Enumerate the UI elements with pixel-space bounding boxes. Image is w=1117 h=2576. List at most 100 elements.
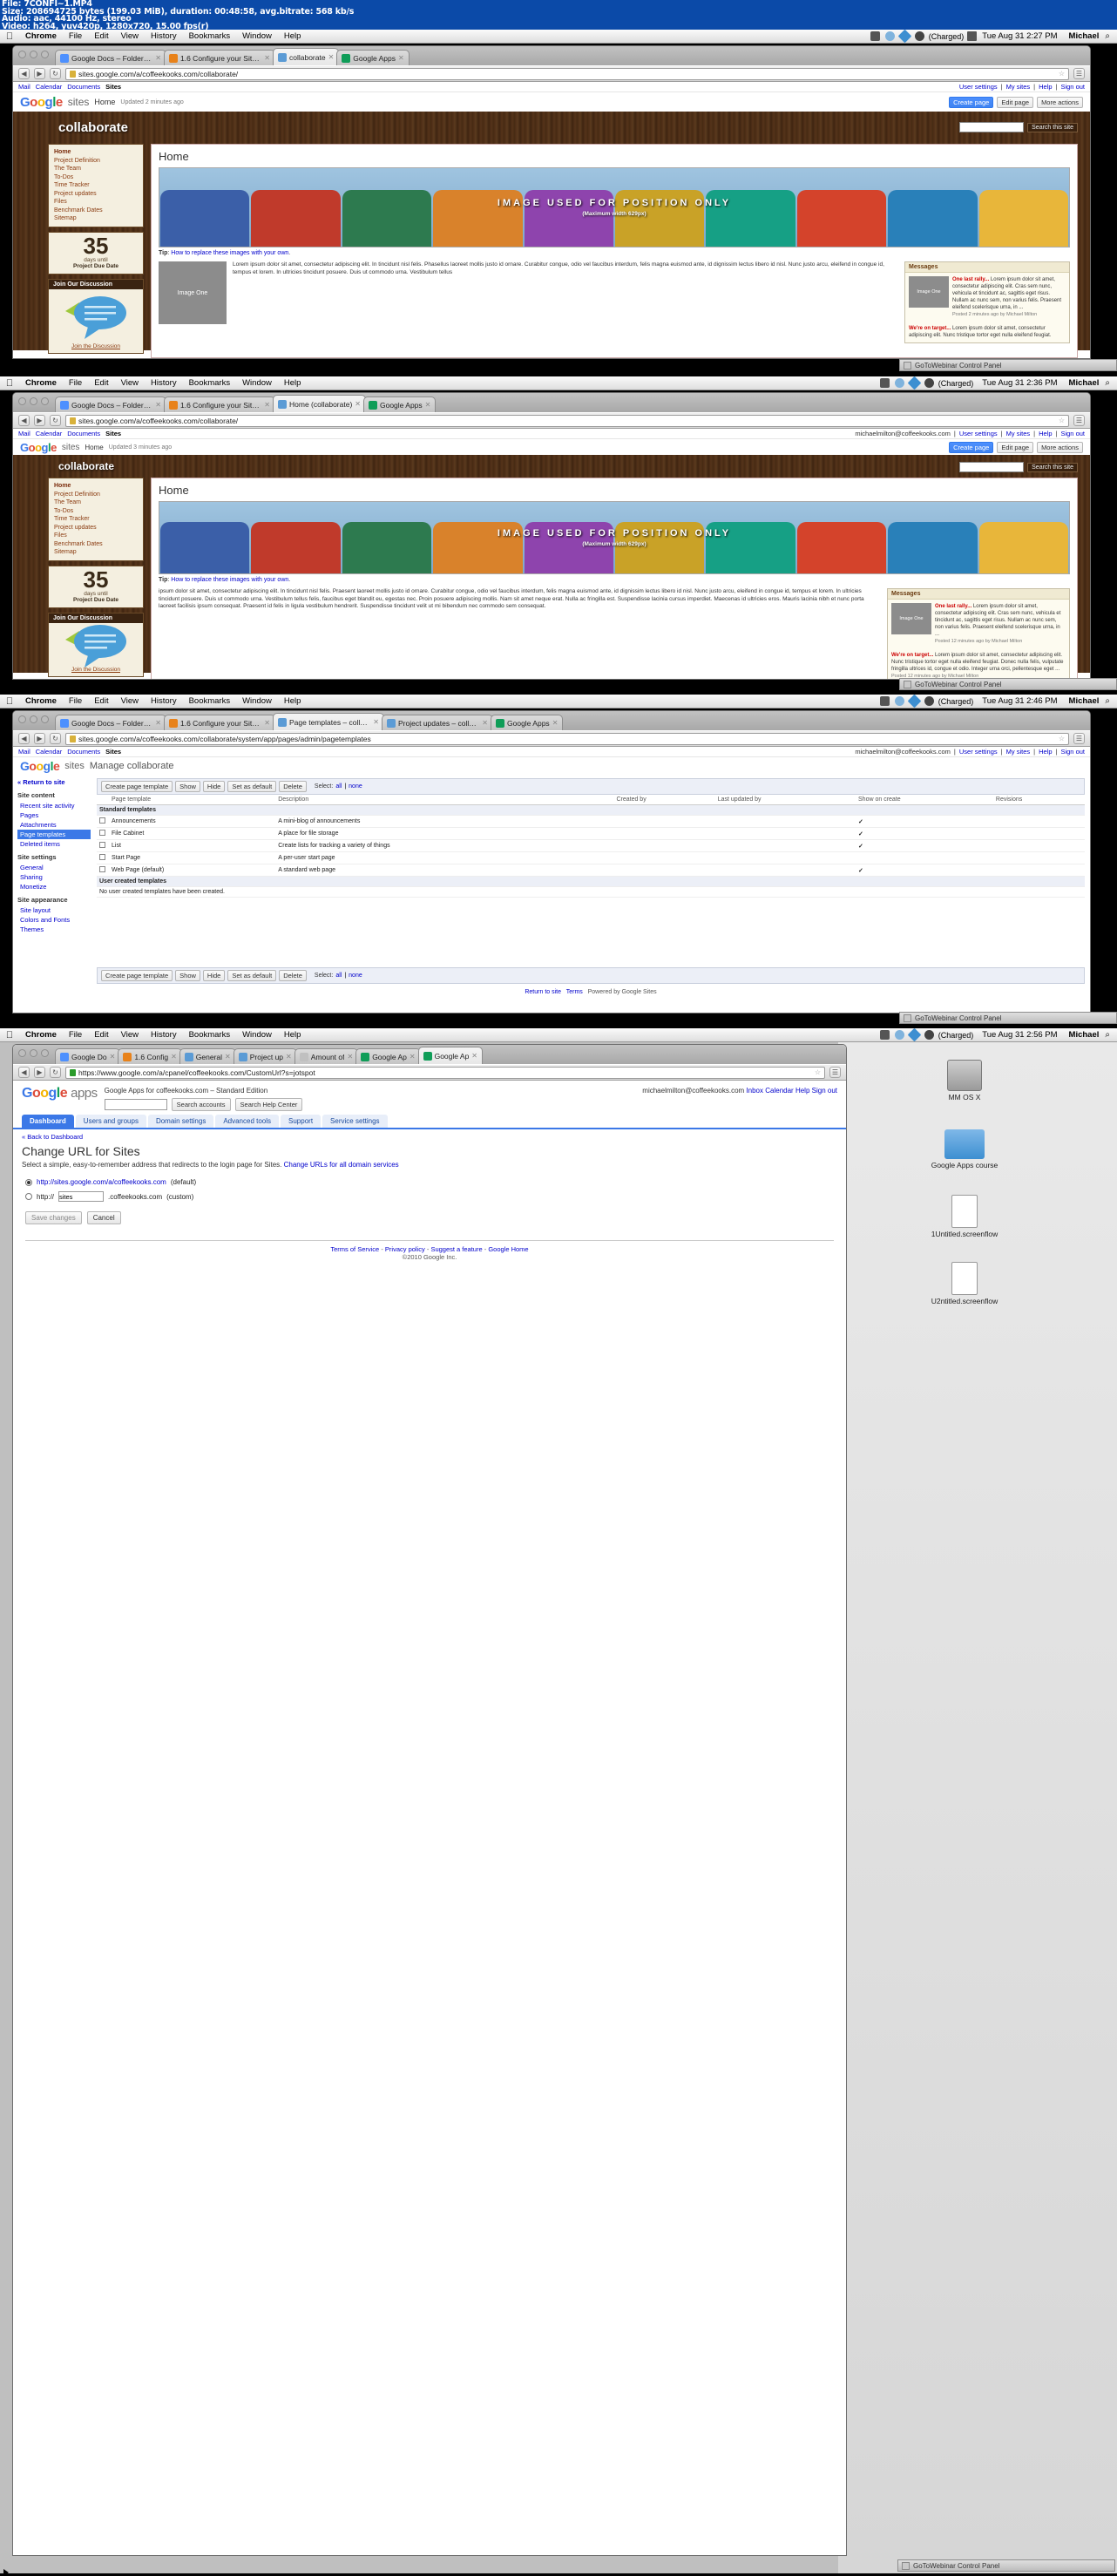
menu-edit-2[interactable]: Edit	[88, 378, 114, 388]
reload-button-2[interactable]: ↻	[50, 415, 61, 426]
site-search-button-2[interactable]: Search this site	[1027, 462, 1078, 472]
screen-recorder-icon-3[interactable]	[879, 696, 890, 706]
screen-recorder-icon[interactable]	[870, 31, 880, 41]
table-row[interactable]: Start Page A per-user start page	[97, 851, 1085, 864]
back-button-2[interactable]: ◀	[18, 415, 30, 426]
url-option-default-row[interactable]: http://sites.google.com/a/coffeekooks.co…	[13, 1176, 846, 1189]
message-link-2a[interactable]: One last rally...	[935, 604, 971, 609]
forward-button-4[interactable]: ▶	[34, 1067, 45, 1078]
zoom-window-button-2[interactable]	[41, 397, 49, 405]
quicksilver-icon-2[interactable]	[924, 378, 934, 388]
tab-close-icon[interactable]: ✕	[155, 54, 161, 62]
tab-close-icon[interactable]: ✕	[373, 718, 379, 726]
sites-home-link[interactable]: Home	[94, 98, 115, 106]
apps-tab[interactable]: Service settings	[322, 1115, 388, 1128]
tab-close-icon[interactable]: ✕	[482, 719, 488, 727]
create-page-button-2[interactable]: Create page	[949, 441, 994, 453]
gbar-my-sites-3[interactable]: My sites	[1006, 748, 1031, 756]
tab-close-icon[interactable]: ✕	[171, 1053, 177, 1061]
admin-nav-item[interactable]: General	[17, 863, 91, 872]
select-all-link-top[interactable]: all	[335, 783, 342, 790]
url-option-default-value[interactable]: http://sites.google.com/a/coffeekooks.co…	[37, 1178, 166, 1186]
menu-window-3[interactable]: Window	[236, 696, 278, 706]
gotowebinar-panel-1[interactable]: GoToWebinar Control Panel	[899, 359, 1117, 371]
tab-close-icon[interactable]: ✕	[355, 400, 361, 408]
menubar-user-4[interactable]: Michael	[1063, 1030, 1106, 1040]
wrench-menu-button-3[interactable]: ☰	[1073, 733, 1085, 744]
dropbox-icon-3[interactable]	[907, 694, 922, 708]
apple-menu-icon-4[interactable]: 	[0, 1030, 19, 1040]
gbar-help-3[interactable]: Help	[1039, 748, 1052, 756]
gbar-mail-3[interactable]: Mail	[18, 748, 30, 756]
gotowebinar-icon-3[interactable]	[904, 1013, 911, 1022]
cancel-button[interactable]: Cancel	[86, 1211, 121, 1224]
table-row[interactable]: File Cabinet A place for file storage ✓	[97, 827, 1085, 840]
gotowebinar-panel-4[interactable]: GoToWebinar Control Panel	[897, 2559, 1115, 2572]
admin-nav-item[interactable]: Recent site activity	[17, 801, 91, 810]
address-bar-1[interactable]: sites.google.com/a/coffeekooks.com/colla…	[65, 67, 1069, 80]
menu-view-4[interactable]: View	[115, 1030, 145, 1040]
create-page-button[interactable]: Create page	[949, 96, 994, 108]
menu-history-4[interactable]: History	[145, 1030, 183, 1040]
apps-help-link[interactable]: Help	[795, 1087, 809, 1095]
create-page-template-button-bottom[interactable]: Create page template	[101, 970, 173, 981]
create-page-template-button-top[interactable]: Create page template	[101, 781, 173, 792]
browser-tab[interactable]: Project updates – collaborate✕	[382, 715, 493, 730]
join-discussion-link-1[interactable]: Join the Discussion	[49, 343, 143, 353]
footer-terms[interactable]: Terms	[566, 989, 583, 995]
tab-close-icon[interactable]: ✕	[155, 401, 161, 409]
browser-tab[interactable]: Google Docs – Folder – Ses✕	[55, 715, 166, 730]
menu-bookmarks[interactable]: Bookmarks	[183, 31, 237, 41]
site-search-button-1[interactable]: Search this site	[1027, 122, 1078, 132]
browser-tab[interactable]: Google Apps ✕	[336, 50, 410, 65]
table-row[interactable]: List Create lists for tracking a variety …	[97, 839, 1085, 852]
minimize-window-button-3[interactable]	[30, 715, 37, 723]
wrench-menu-button[interactable]: ☰	[1073, 68, 1085, 79]
search-accounts-button[interactable]: Search accounts	[171, 1098, 231, 1111]
tab-close-icon[interactable]: ✕	[110, 1053, 116, 1061]
gbar-documents-2[interactable]: Documents	[67, 430, 100, 437]
menubar-clock-1[interactable]: Tue Aug 31 2:27 PM	[977, 31, 1062, 41]
sidebar-nav-item[interactable]: Time Tracker	[54, 515, 138, 524]
back-button-3[interactable]: ◀	[18, 733, 30, 744]
forward-button-3[interactable]: ▶	[34, 733, 45, 744]
desktop-icon-doc2[interactable]: U2ntitled.screenflow	[925, 1262, 1004, 1305]
forward-button-2[interactable]: ▶	[34, 415, 45, 426]
battery-status-2[interactable]: (Charged)	[938, 379, 978, 388]
browser-tab[interactable]: General ✕	[179, 1048, 236, 1064]
gbar-user-settings-2[interactable]: User settings	[959, 430, 998, 437]
tab-close-icon[interactable]: ✕	[286, 1053, 292, 1061]
apps-tab[interactable]: Support	[281, 1115, 322, 1128]
sidebar-nav-item[interactable]: Home	[54, 482, 138, 491]
url-option-default-radio[interactable]	[25, 1178, 32, 1186]
apps-tab[interactable]: Dashboard	[22, 1115, 74, 1128]
menu-file-2[interactable]: File	[63, 378, 88, 388]
sidebar-nav-item[interactable]: To-Dos	[54, 507, 138, 516]
menu-window-2[interactable]: Window	[236, 378, 278, 388]
apps-tab[interactable]: Domain settings	[147, 1115, 214, 1128]
gbar-mail[interactable]: Mail	[18, 83, 30, 91]
footer-suggest-feature[interactable]: Suggest a feature	[430, 1245, 482, 1253]
sidebar-nav-item[interactable]: Home	[54, 148, 138, 157]
return-to-site-link[interactable]: « Return to site	[17, 778, 91, 786]
spotlight-search-icon-2[interactable]: ⌕	[1105, 378, 1117, 388]
gotowebinar-panel-2[interactable]: GoToWebinar Control Panel	[899, 678, 1117, 690]
admin-nav-item[interactable]: Monetize	[17, 882, 91, 891]
reload-button-4[interactable]: ↻	[50, 1067, 61, 1078]
apple-menu-icon-3[interactable]: 	[0, 696, 19, 706]
bookmark-star-icon[interactable]: ☆	[1059, 70, 1065, 78]
tip-link-2[interactable]: How to replace these images with your ow…	[171, 577, 288, 583]
footer-terms-of-service[interactable]: Terms of Service	[330, 1245, 379, 1253]
site-search-input-1[interactable]	[959, 122, 1025, 132]
gbar-calendar[interactable]: Calendar	[36, 83, 62, 91]
browser-tab[interactable]: 1.6 Config ✕	[118, 1048, 182, 1064]
message-link-2b[interactable]: We're on target...	[891, 653, 933, 658]
menu-bookmarks-2[interactable]: Bookmarks	[183, 378, 237, 388]
gbar-documents[interactable]: Documents	[67, 83, 100, 91]
desktop-icon-doc1[interactable]: 1Untitled.screenflow	[925, 1195, 1004, 1238]
menu-window[interactable]: Window	[236, 31, 278, 41]
row-select-cell[interactable]	[97, 864, 109, 877]
menu-file[interactable]: File	[63, 31, 88, 41]
menubar-user-1[interactable]: Michael	[1063, 31, 1106, 41]
apps-calendar-link[interactable]: Calendar	[765, 1087, 793, 1095]
